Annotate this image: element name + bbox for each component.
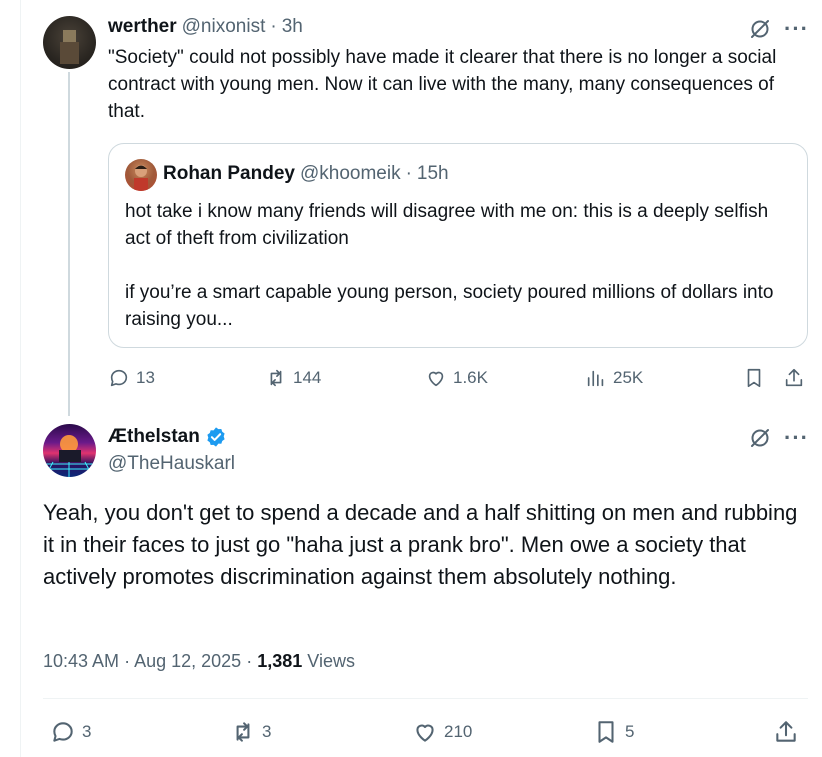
like-count: 1.6K <box>453 368 488 387</box>
reply-icon <box>53 722 73 742</box>
more-options-icon[interactable]: ··· <box>784 18 809 40</box>
thread-connector-line <box>68 72 70 416</box>
reply-action-replies[interactable]: 13 <box>108 367 155 389</box>
share-icon <box>785 368 803 387</box>
views-count: 25K <box>613 368 644 387</box>
main-reply-count: 3 <box>82 722 92 741</box>
repost-icon <box>270 369 282 387</box>
main-author-handle[interactable]: @TheHauskarl <box>108 453 235 475</box>
main-action-replies[interactable]: 3 <box>50 719 91 745</box>
share-icon <box>776 721 796 742</box>
views-label: Views <box>307 651 355 671</box>
quote-text-paragraph-2: if you’re a smart capable young person, … <box>125 282 774 330</box>
column-border <box>20 0 21 757</box>
views-icon <box>587 370 604 387</box>
bookmark-icon <box>747 368 761 388</box>
reply-action-likes[interactable]: 1.6K <box>425 367 488 389</box>
reply-action-reposts[interactable]: 144 <box>265 367 321 389</box>
main-like-count: 210 <box>444 722 473 741</box>
quote-author-handle: @khoomeik <box>299 163 401 184</box>
reply-count: 13 <box>136 368 155 387</box>
heart-icon <box>428 371 444 387</box>
reply-text: "Society" could not possibly have made i… <box>108 47 777 122</box>
reply-author-name[interactable]: werther <box>108 16 177 38</box>
avatar-aethelstan[interactable] <box>43 424 96 477</box>
quote-header: Rohan Pandey @khoomeik · 15h <box>163 163 449 185</box>
main-repost-count: 3 <box>262 722 272 741</box>
heart-icon <box>416 724 434 742</box>
main-action-bookmarks[interactable]: 5 <box>593 719 634 745</box>
reply-author-handle[interactable]: @nixonist <box>182 16 266 38</box>
quote-timestamp: 15h <box>416 163 449 184</box>
avatar-person-icon <box>134 165 148 191</box>
tweet-date[interactable]: Aug 12, 2025 <box>134 651 241 671</box>
reply-icon <box>110 369 128 387</box>
main-tweet-text: Yeah, you don't get to spend a decade an… <box>43 500 798 589</box>
tweet-metadata: 10:43 AM · Aug 12, 2025 · 1,381 Views <box>43 651 355 672</box>
reply-action-share[interactable] <box>783 367 805 389</box>
reply-action-bookmark[interactable] <box>743 367 765 389</box>
reply-timestamp[interactable]: 3h <box>282 16 303 38</box>
quote-text-paragraph-1: hot take i know many friends will disagr… <box>125 201 769 249</box>
reply-action-views[interactable]: 25K <box>585 367 643 389</box>
reply-separator: · <box>270 16 277 37</box>
reply-header: werther @nixonist · 3h <box>108 16 303 38</box>
avatar-werther[interactable] <box>43 16 96 69</box>
repost-count: 144 <box>293 368 322 387</box>
quote-tweet-card[interactable]: Rohan Pandey @khoomeik · 15h hot take i … <box>108 143 808 348</box>
meta-separator: · <box>246 651 253 671</box>
main-action-likes[interactable]: 210 <box>412 719 472 745</box>
avatar-rohan[interactable] <box>125 159 157 191</box>
bookmark-icon <box>598 721 614 743</box>
tweet-time[interactable]: 10:43 AM <box>43 651 119 671</box>
main-author-name[interactable]: Æthelstan <box>108 426 200 448</box>
main-author-row: Æthelstan <box>108 426 227 448</box>
views-number: 1,381 <box>257 651 303 671</box>
quote-separator: · <box>405 163 412 184</box>
grok-icon[interactable] <box>748 426 772 450</box>
main-action-reposts[interactable]: 3 <box>230 719 271 745</box>
divider <box>43 698 808 699</box>
main-bookmark-count: 5 <box>625 722 635 741</box>
quote-author-name: Rohan Pandey <box>163 163 295 184</box>
avatar-figure-icon <box>60 30 79 64</box>
main-action-share[interactable] <box>773 719 799 745</box>
verified-badge-icon[interactable] <box>205 426 227 448</box>
repost-icon <box>236 722 250 742</box>
more-options-icon[interactable]: ··· <box>784 427 809 449</box>
grok-icon[interactable] <box>748 17 772 41</box>
meta-separator: · <box>124 651 131 671</box>
avatar-synthwave-icon <box>43 435 96 477</box>
